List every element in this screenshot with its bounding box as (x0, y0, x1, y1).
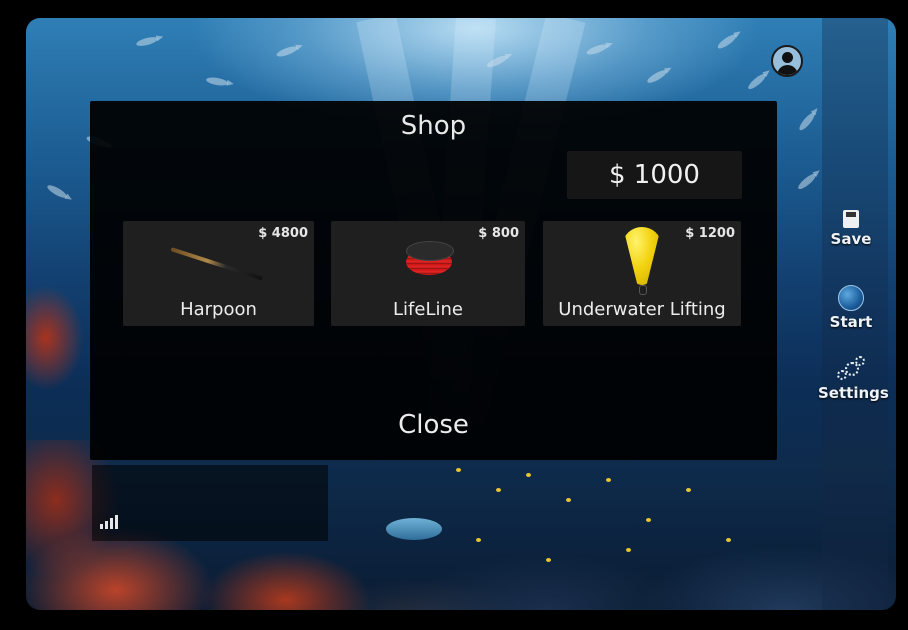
item-price: $ 4800 (258, 226, 308, 241)
save-label: Save (830, 230, 872, 248)
item-price: $ 800 (478, 226, 519, 241)
yellow-fish (686, 488, 691, 492)
yellow-fish (456, 468, 461, 472)
fish (746, 71, 768, 92)
fish (715, 32, 739, 51)
yellow-fish (526, 473, 531, 477)
fish (205, 76, 229, 87)
fish (645, 67, 669, 86)
fish (797, 110, 817, 133)
shop-item-underwater-lifting[interactable]: $ 1200 Underwater Lifting (543, 221, 741, 326)
profile-icon[interactable] (771, 45, 803, 77)
shop-item-lifeline[interactable]: $ 800 LifeLine (331, 221, 525, 326)
yellow-fish (546, 558, 551, 562)
floppy-disk-icon (843, 210, 859, 228)
start-label: Start (829, 313, 873, 331)
coral (26, 258, 96, 418)
fish (45, 182, 69, 201)
item-name: Underwater Lifting (558, 299, 726, 320)
settings-label: Settings (818, 384, 889, 402)
close-button[interactable]: Close (90, 410, 777, 440)
shop-panel: Shop $ 1000 $ 4800 Harpoon $ 800 LifeLin… (90, 101, 777, 460)
profile-head (782, 52, 793, 63)
harpoon-image (170, 247, 263, 281)
start-button[interactable]: Start (818, 285, 884, 331)
fish (796, 171, 818, 192)
globe-icon (838, 285, 864, 311)
money-display: $ 1000 (567, 151, 742, 199)
blue-fish (386, 518, 442, 540)
item-name: LifeLine (393, 299, 463, 320)
save-button[interactable]: Save (818, 210, 884, 248)
fish (585, 42, 609, 57)
yellow-fish (726, 538, 731, 542)
yellow-fish (606, 478, 611, 482)
fish (275, 44, 299, 59)
shop-item-harpoon[interactable]: $ 4800 Harpoon (123, 221, 314, 326)
signal-bars-icon (100, 513, 120, 529)
item-price: $ 1200 (685, 226, 735, 241)
yellow-fish (496, 488, 501, 492)
status-panel (92, 465, 328, 541)
lift-bag-image (623, 227, 661, 295)
yellow-fish (626, 548, 631, 552)
yellow-fish (566, 498, 571, 502)
fish (135, 35, 159, 48)
item-name: Harpoon (180, 299, 257, 320)
yellow-fish (476, 538, 481, 542)
gears-icon (837, 356, 865, 382)
shop-title: Shop (400, 111, 467, 141)
yellow-fish (646, 518, 651, 522)
settings-button[interactable]: Settings (818, 356, 889, 402)
lifeline-reel-image (406, 241, 454, 277)
